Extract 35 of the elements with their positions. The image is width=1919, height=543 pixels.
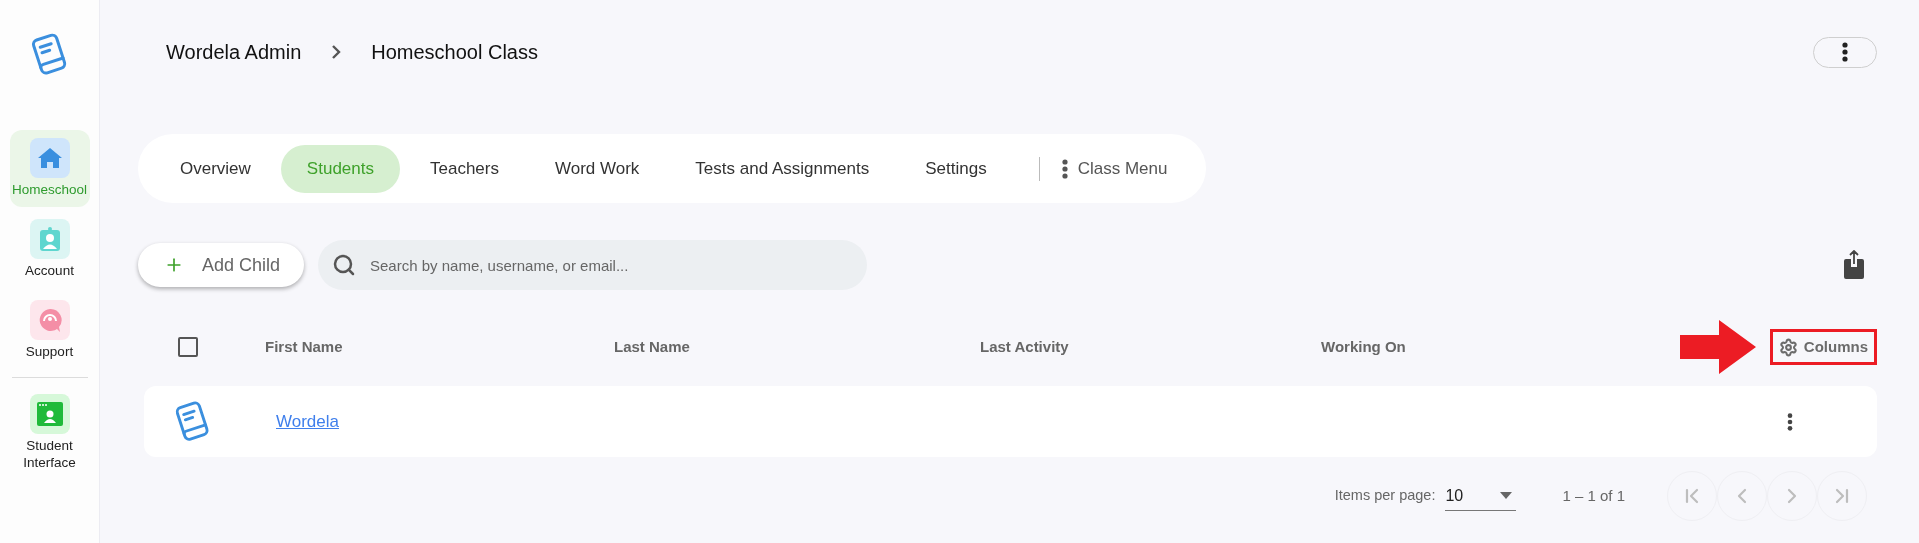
class-menu-button[interactable]: Class Menu [1061,155,1168,182]
add-child-button[interactable]: Add Child [138,243,304,287]
tab[interactable]: Teachers [403,144,525,193]
column-header: Last Activity [980,336,1070,357]
page-range: 1 – 1 of 1 [1562,485,1625,506]
sidebar-item[interactable]: Account [9,210,90,288]
column-header: First Name [264,336,344,357]
more-icon [1842,42,1848,62]
column-header: Last Name [614,336,691,357]
tab[interactable]: Tests and Assignments [669,144,896,193]
account-icon [29,218,70,259]
more-icon [1061,157,1068,180]
support-icon [29,299,70,340]
chevron-right-icon [331,44,342,60]
more-icon [1787,412,1793,431]
export-icon [1843,250,1865,280]
home-icon [29,138,70,178]
settings-icon [1778,337,1798,357]
items-per-page-label: Items per page: [1334,486,1436,506]
search-field[interactable]: Search by name, username, or email... [318,240,867,290]
page-size-select[interactable]: 10 [1445,481,1517,511]
tab[interactable]: Word Work [528,144,666,193]
breadcrumb-item[interactable]: Wordela Admin [166,37,302,67]
sidebar-item[interactable]: Student Interface [9,385,90,480]
checkbox[interactable] [178,337,198,357]
name-link[interactable]: Wordela [276,408,339,435]
tab[interactable]: Settings [899,144,1013,193]
sidebar-item[interactable]: Support [9,291,90,369]
dropdown-icon [1500,492,1513,499]
tab[interactable]: Overview [154,144,277,193]
student-icon [29,393,70,434]
column-header: Working On [1321,336,1407,357]
breadcrumb-item: Homeschool Class [371,40,538,65]
search-icon [332,253,356,277]
columns-button[interactable]: Columns [1778,335,1868,359]
